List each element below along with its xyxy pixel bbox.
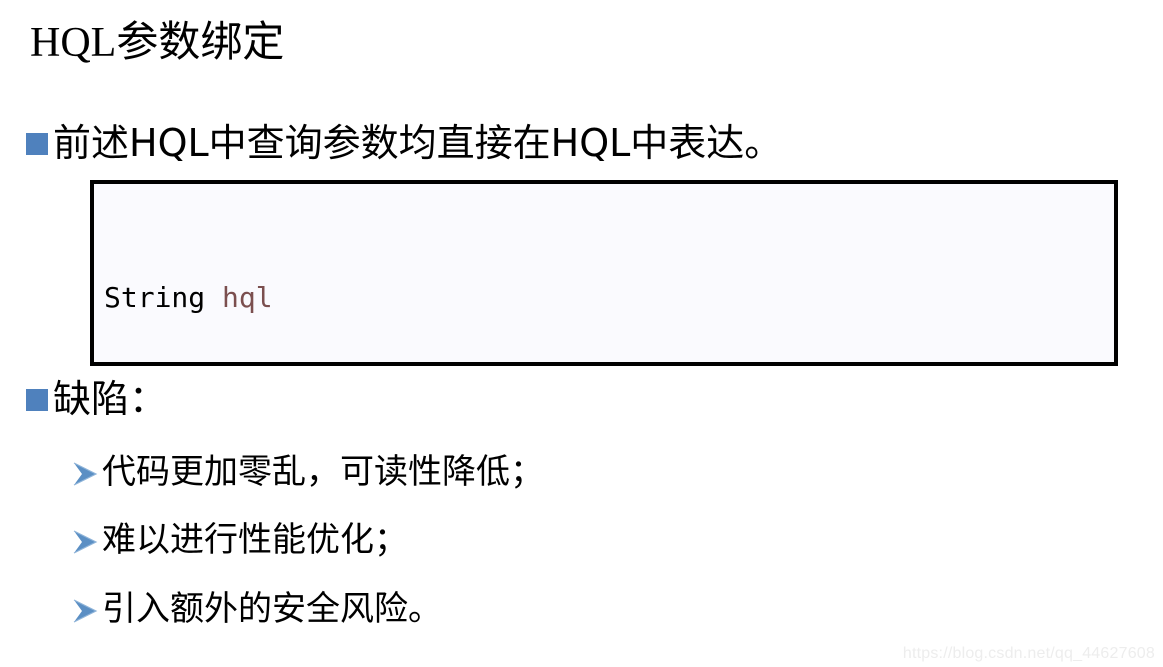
bullet-item-level1: 前述HQL中查询参数均直接在HQL中表达。 <box>26 122 782 165</box>
bullet-item-level2: 难以进行性能优化； <box>72 521 408 559</box>
arrow-bullet-icon <box>72 527 98 557</box>
bullet-level1-label: 前述HQL中查询参数均直接在HQL中表达。 <box>53 121 783 165</box>
bullet-level2-label: 代码更加零乱，可读性降低； <box>102 452 544 492</box>
bullet-item-level2: 引入额外的安全风险。 <box>72 590 442 628</box>
watermark-text: https://blog.csdn.net/qq_44627608 <box>902 645 1155 662</box>
square-bullet-icon <box>26 389 48 412</box>
code-block: String hql = "from User as u where u.use… <box>90 180 1118 366</box>
arrow-bullet-icon <box>72 459 98 489</box>
page-title: HQL参数绑定 <box>30 20 285 66</box>
arrow-bullet-icon <box>72 596 98 626</box>
slide-canvas: HQL参数绑定 前述HQL中查询参数均直接在HQL中表达。 String hql… <box>0 0 1163 667</box>
square-bullet-icon <box>26 133 48 156</box>
bullet-level2-label: 难以进行性能优化； <box>102 520 408 560</box>
bullet-item-level2: 代码更加零乱，可读性降低； <box>72 453 544 491</box>
code-token-plain: String <box>104 281 223 314</box>
code-token-var: hql <box>222 281 273 314</box>
bullet-level1-label: 缺陷： <box>53 377 168 421</box>
code-line: String hql <box>104 276 1114 319</box>
code-block-content: String hql = "from User as u where u.use… <box>94 184 1114 362</box>
bullet-item-level1: 缺陷： <box>26 378 167 421</box>
bullet-level2-label: 引入额外的安全风险。 <box>102 589 442 629</box>
